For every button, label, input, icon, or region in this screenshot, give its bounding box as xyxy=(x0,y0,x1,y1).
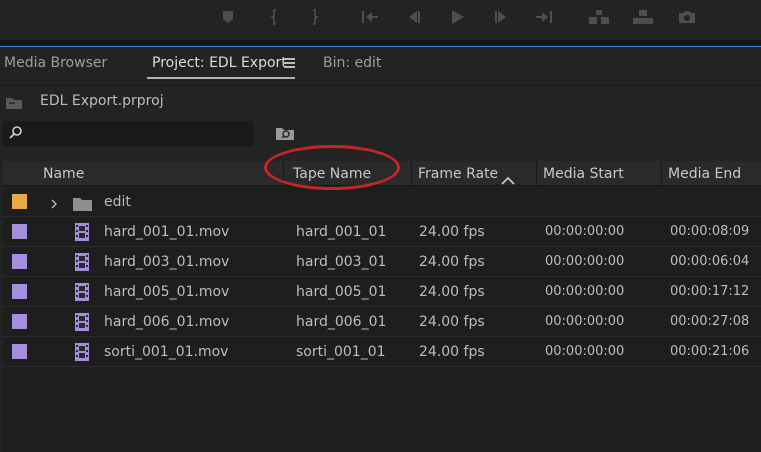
go-to-out-icon[interactable] xyxy=(532,6,556,28)
item-name: hard_005_01.mov xyxy=(104,284,230,300)
item-frame-rate: 24.00 fps xyxy=(419,344,485,360)
item-name: hard_001_01.mov xyxy=(104,224,230,240)
project-item-list: Name Tape Name Frame Rate Media Start Me… xyxy=(3,161,761,452)
insert-icon[interactable] xyxy=(587,6,611,28)
folder-icon xyxy=(73,196,92,211)
mark-in-icon[interactable] xyxy=(262,6,286,28)
item-tape-name: hard_001_01 xyxy=(296,224,387,240)
export-frame-icon[interactable] xyxy=(675,6,699,28)
item-name: hard_003_01.mov xyxy=(104,254,230,270)
item-media-end: 00:00:17:12 xyxy=(670,284,750,299)
list-item-clip[interactable]: sorti_001_01.mov sorti_001_01 24.00 fps … xyxy=(3,337,761,367)
step-forward-icon[interactable] xyxy=(489,6,513,28)
column-header-media-end[interactable]: Media End xyxy=(668,166,741,182)
item-media-start: 00:00:00:00 xyxy=(545,314,625,329)
panel-menu-icon[interactable] xyxy=(284,58,295,68)
film-clip-icon xyxy=(75,223,89,241)
item-name: sorti_001_01.mov xyxy=(104,344,229,360)
film-clip-icon xyxy=(75,343,89,361)
active-tab-underline xyxy=(147,77,295,79)
column-header-media-start[interactable]: Media Start xyxy=(543,166,624,182)
item-media-end: 00:00:08:09 xyxy=(670,224,750,239)
item-tape-name: hard_006_01 xyxy=(296,314,387,330)
list-item-clip[interactable]: hard_006_01.mov hard_006_01 24.00 fps 00… xyxy=(3,307,761,337)
film-clip-icon xyxy=(75,283,89,301)
column-header-name[interactable]: Name xyxy=(43,166,84,182)
item-frame-rate: 24.00 fps xyxy=(419,284,485,300)
list-item-clip[interactable]: hard_001_01.mov hard_001_01 24.00 fps 00… xyxy=(3,217,761,247)
chevron-right-icon[interactable] xyxy=(50,195,58,209)
item-frame-rate: 24.00 fps xyxy=(419,314,485,330)
step-back-icon[interactable] xyxy=(402,6,426,28)
column-divider[interactable] xyxy=(661,161,662,186)
tab-media-browser[interactable]: Media Browser xyxy=(4,55,107,71)
list-item-clip[interactable]: hard_003_01.mov hard_003_01 24.00 fps 00… xyxy=(3,247,761,277)
film-clip-icon xyxy=(75,313,89,331)
item-media-end: 00:00:27:08 xyxy=(670,314,750,329)
item-name: hard_006_01.mov xyxy=(104,314,230,330)
item-tape-name: hard_003_01 xyxy=(296,254,387,270)
project-file-name: EDL Export.prproj xyxy=(40,93,164,109)
item-frame-rate: 24.00 fps xyxy=(419,224,485,240)
search-input[interactable] xyxy=(3,121,253,146)
label-color-swatch[interactable] xyxy=(12,344,27,359)
panel-tabs: Media Browser Project: EDL Export Bin: e… xyxy=(0,47,761,85)
film-clip-icon xyxy=(75,253,89,271)
item-media-start: 00:00:00:00 xyxy=(545,344,625,359)
item-media-start: 00:00:00:00 xyxy=(545,254,625,269)
transport-controls xyxy=(0,0,761,40)
item-tape-name: hard_005_01 xyxy=(296,284,387,300)
label-color-swatch[interactable] xyxy=(12,314,27,329)
column-divider[interactable] xyxy=(411,161,412,186)
overwrite-icon[interactable] xyxy=(631,6,655,28)
label-color-swatch[interactable] xyxy=(12,224,27,239)
label-color-swatch[interactable] xyxy=(12,284,27,299)
item-media-end: 00:00:21:06 xyxy=(670,344,750,359)
go-to-in-icon[interactable] xyxy=(358,6,382,28)
new-search-bin-icon[interactable] xyxy=(275,125,295,141)
list-item-bin[interactable]: edit xyxy=(3,187,761,217)
add-marker-icon[interactable] xyxy=(216,6,240,28)
mark-out-icon[interactable] xyxy=(303,6,327,28)
annotation-ellipse xyxy=(264,145,400,190)
column-header-frame-rate[interactable]: Frame Rate xyxy=(418,166,498,182)
item-name: edit xyxy=(104,194,131,210)
label-color-swatch[interactable] xyxy=(12,194,27,209)
column-divider[interactable] xyxy=(536,161,537,186)
item-media-end: 00:00:06:04 xyxy=(670,254,750,269)
tab-bin[interactable]: Bin: edit xyxy=(323,55,381,71)
tab-project[interactable]: Project: EDL Export xyxy=(152,55,287,71)
sort-ascending-icon[interactable] xyxy=(501,170,515,185)
search-icon xyxy=(8,125,24,141)
item-tape-name: sorti_001_01 xyxy=(296,344,386,360)
label-color-swatch[interactable] xyxy=(12,254,27,269)
item-frame-rate: 24.00 fps xyxy=(419,254,485,270)
item-media-start: 00:00:00:00 xyxy=(545,284,625,299)
item-media-start: 00:00:00:00 xyxy=(545,224,625,239)
list-item-clip[interactable]: hard_005_01.mov hard_005_01 24.00 fps 00… xyxy=(3,277,761,307)
project-file-icon xyxy=(5,95,23,109)
play-icon[interactable] xyxy=(445,6,469,28)
